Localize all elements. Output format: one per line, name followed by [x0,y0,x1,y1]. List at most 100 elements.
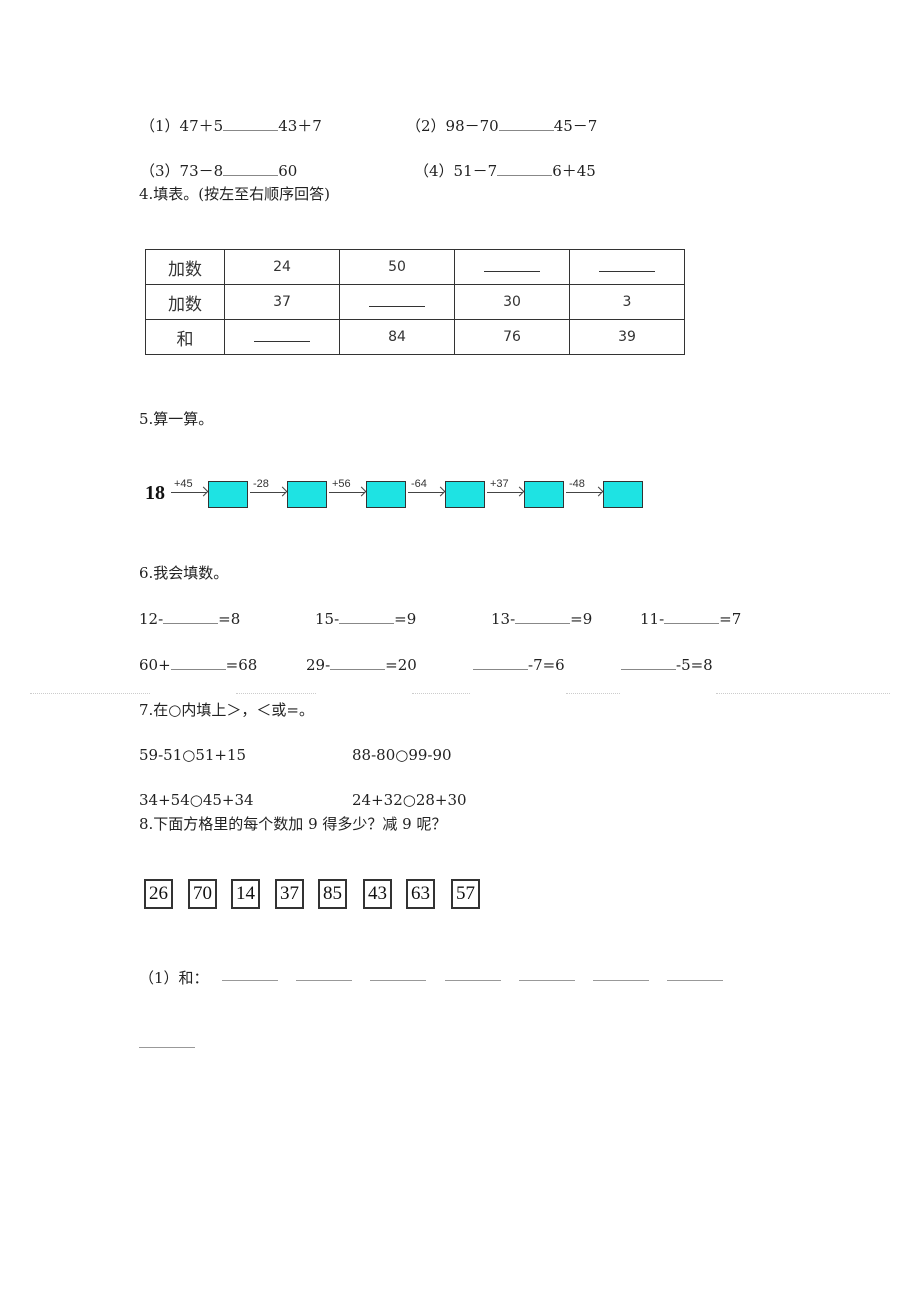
expression-suffix: =9 [570,610,593,628]
answer-blank[interactable] [369,294,425,307]
dotted-separator [412,693,470,694]
answer-blank[interactable] [664,609,720,624]
number-square: 26 [144,879,173,909]
dotted-separator [236,693,316,694]
section-5-title: 5.算一算。 [139,410,214,428]
arrow-icon [329,492,365,493]
compare-expression: 34+54○45+34 [139,791,254,809]
table-answer-cell[interactable] [569,249,685,285]
expression-prefix: 60+ [139,656,171,674]
answer-blank[interactable] [223,116,279,131]
answer-blank[interactable] [296,980,352,981]
fill-number-item: 29- =20 [306,655,417,674]
table-answer-cell[interactable] [454,249,570,285]
answer-blank[interactable] [519,980,575,981]
expression-prefix: 12- [139,610,164,628]
operation-label: -64 [411,478,427,490]
table-cell: 76 [454,319,570,355]
answer-box[interactable] [445,481,485,508]
fill-number-item: -5=8 [621,655,713,674]
section-4-title: 4.填表。(按左至右顺序回答) [139,185,331,203]
arrow-icon [250,492,286,493]
answer-blank[interactable] [339,609,395,624]
answer-box[interactable] [287,481,327,508]
expression-prefix: 15- [315,610,340,628]
table-cell: 39 [569,319,685,355]
table-row: 加数 24 50 [145,249,685,285]
compare-expression: 88-80○99-90 [352,746,452,764]
compare-item-2: （2）98－70 45－7 [406,116,598,135]
operation-label: -48 [569,478,585,490]
sum-label: （1）和： [139,969,209,987]
number-square: 63 [406,879,435,909]
answer-blank[interactable] [139,1047,195,1048]
answer-blank[interactable] [497,161,553,176]
expression-prefix: 29- [306,656,331,674]
fill-number-item: 60+ =68 [139,655,257,674]
answer-box[interactable] [366,481,406,508]
answer-box[interactable] [208,481,248,508]
table-row: 加数 37 30 3 [145,284,685,320]
table-answer-cell[interactable] [339,284,455,320]
compare-expression: 24+32○28+30 [352,791,467,809]
table-answer-cell[interactable] [224,319,340,355]
table-row: 和 84 76 39 [145,319,685,355]
table-cell: 24 [224,249,340,285]
section-7-title: 7.在○内填上＞，＜或=。 [139,701,314,719]
section-8-title: 8.下面方格里的每个数加 9 得多少？减 9 呢？ [139,815,447,833]
compare-item-3: （3）73－8 60 [140,161,298,180]
expression-prefix: 11- [640,610,665,628]
expression-suffix: -7=6 [528,656,565,674]
answer-blank[interactable] [223,161,279,176]
expression-suffix: =68 [225,656,258,674]
answer-blank[interactable] [163,609,219,624]
table-cell: 37 [224,284,340,320]
answer-blank[interactable] [667,980,723,981]
compare-item-4: （4）51－7 6＋45 [414,161,596,180]
answer-blank[interactable] [473,655,528,670]
answer-blank[interactable] [593,980,649,981]
answer-blank[interactable] [370,980,426,981]
answer-box[interactable] [603,481,643,508]
arrow-icon [408,492,444,493]
dotted-separator [30,693,150,694]
operation-label: +56 [332,478,351,490]
fill-number-item: 11- =7 [640,609,741,628]
operation-label: +37 [490,478,509,490]
answer-blank[interactable] [599,259,655,272]
dotted-separator [566,693,620,694]
expression-suffix: =20 [385,656,417,674]
answer-blank[interactable] [621,655,676,670]
fill-number-item: 13- =9 [491,609,592,628]
fill-number-item: 12- =8 [139,609,240,628]
fill-number-item: 15- =9 [315,609,416,628]
answer-blank[interactable] [498,116,554,131]
row-header: 加数 [145,249,225,285]
table-cell: 84 [339,319,455,355]
expression-suffix: =9 [394,610,417,628]
addition-table: 加数 24 50 加数 37 30 3 和 84 76 39 [145,249,685,355]
section-6-title: 6.我会填数。 [139,564,229,582]
answer-blank[interactable] [515,609,571,624]
expression-suffix: =8 [218,610,241,628]
expression-suffix: =7 [719,610,742,628]
answer-blank[interactable] [254,329,310,342]
answer-blank[interactable] [170,655,226,670]
arrow-icon [487,492,523,493]
number-square: 37 [275,879,304,909]
table-cell: 30 [454,284,570,320]
number-square: 85 [318,879,347,909]
row-header: 和 [145,319,225,355]
answer-box[interactable] [524,481,564,508]
operation-label: -28 [253,478,269,490]
answer-blank[interactable] [330,655,386,670]
table-cell: 3 [569,284,685,320]
compare-item-1: （1）47＋5 43＋7 [140,116,322,135]
row-header: 加数 [145,284,225,320]
answer-blank[interactable] [222,980,278,981]
answer-blank[interactable] [445,980,501,981]
answer-blank[interactable] [484,259,540,272]
number-square: 57 [451,879,480,909]
expression-suffix: -5=8 [676,656,713,674]
compare-expression: 59-51○51+15 [139,746,247,764]
